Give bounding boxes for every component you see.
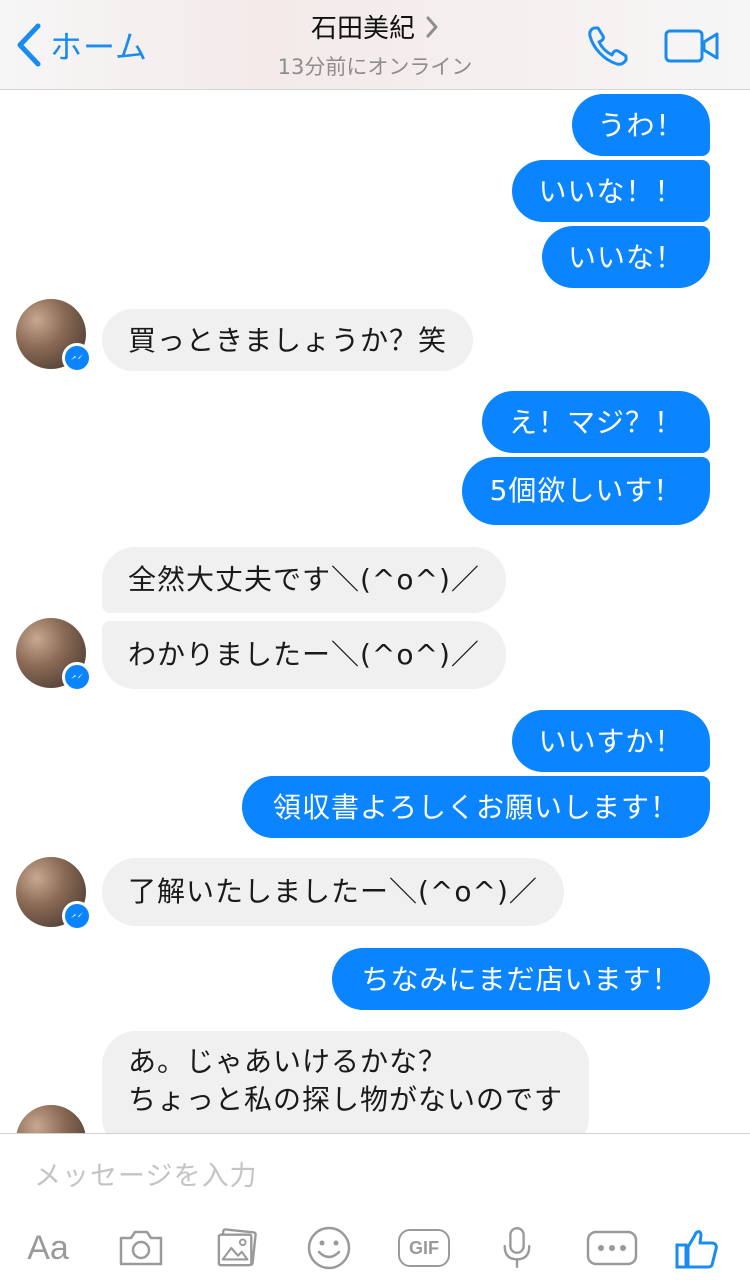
message-line: ちょっと私の探し物がないのです [128, 1083, 564, 1116]
message-bubble-outgoing[interactable]: 5個欲しいす！ [462, 457, 710, 525]
avatar[interactable] [16, 857, 92, 931]
online-status: 13分前にオンライン [277, 55, 473, 79]
avatar[interactable] [16, 618, 92, 692]
smiley-icon[interactable] [302, 1224, 356, 1272]
microphone-icon[interactable] [492, 1224, 542, 1272]
messenger-icon [62, 343, 92, 373]
contact-title[interactable]: 石田美紀 13分前にオンライン [200, 8, 550, 81]
back-button[interactable]: ホーム [14, 20, 148, 70]
phone-icon[interactable] [584, 22, 632, 70]
messenger-icon [62, 662, 92, 692]
message-input[interactable] [34, 1156, 714, 1196]
text-format-button[interactable]: Aa [20, 1224, 76, 1272]
conversation-header: ホーム 石田美紀 13分前にオンライン [0, 0, 750, 90]
message-composer: Aa GIF [0, 1133, 750, 1280]
avatar[interactable] [16, 1105, 86, 1133]
chevron-left-icon [17, 23, 41, 67]
thumbs-up-icon[interactable] [672, 1224, 722, 1272]
video-camera-icon[interactable] [664, 28, 720, 64]
message-bubble-outgoing[interactable]: え！マジ？！ [482, 391, 710, 453]
photo-gallery-icon[interactable] [210, 1224, 264, 1272]
camera-icon[interactable] [114, 1224, 168, 1272]
messenger-icon [62, 901, 92, 931]
back-label: ホーム [50, 28, 149, 66]
message-bubble-incoming[interactable]: 全然大丈夫です＼(^o^)／ [102, 547, 506, 613]
gif-label: GIF [409, 1237, 439, 1258]
chevron-right-icon [425, 15, 439, 39]
avatar[interactable] [16, 299, 92, 373]
message-bubble-outgoing[interactable]: いいな！ [542, 226, 710, 288]
message-bubble-outgoing[interactable]: いいな！！ [512, 160, 710, 222]
message-bubble-incoming[interactable]: 買っときましょうか？笑 [102, 309, 474, 371]
more-icon[interactable] [584, 1224, 640, 1272]
message-bubble-incoming[interactable]: あ。じゃあいけるかな？ ちょっと私の探し物がないのです [102, 1031, 590, 1133]
message-bubble-outgoing[interactable]: 領収書よろしくお願いします！ [242, 776, 710, 838]
gif-button[interactable]: GIF [396, 1224, 452, 1272]
message-line: あ。じゃあいけるかな？ [128, 1045, 448, 1078]
message-bubble-outgoing[interactable]: うわ！ [572, 94, 710, 156]
message-bubble-outgoing[interactable]: ちなみにまだ店います！ [332, 948, 710, 1010]
message-bubble-outgoing[interactable]: いいすか！ [512, 710, 710, 772]
message-list[interactable]: うわ！ いいな！！ いいな！ 買っときましょうか？笑 え！マジ？！ 5個欲しいす… [0, 91, 750, 1133]
gif-icon: GIF [398, 1229, 450, 1267]
composer-toolbar: Aa GIF [0, 1224, 750, 1274]
message-bubble-incoming[interactable]: 了解いたしましたー＼(^o^)／ [102, 858, 564, 926]
contact-name: 石田美紀 [310, 14, 415, 44]
message-bubble-incoming[interactable]: わかりましたー＼(^o^)／ [102, 621, 506, 689]
avatar-photo [16, 1105, 86, 1133]
